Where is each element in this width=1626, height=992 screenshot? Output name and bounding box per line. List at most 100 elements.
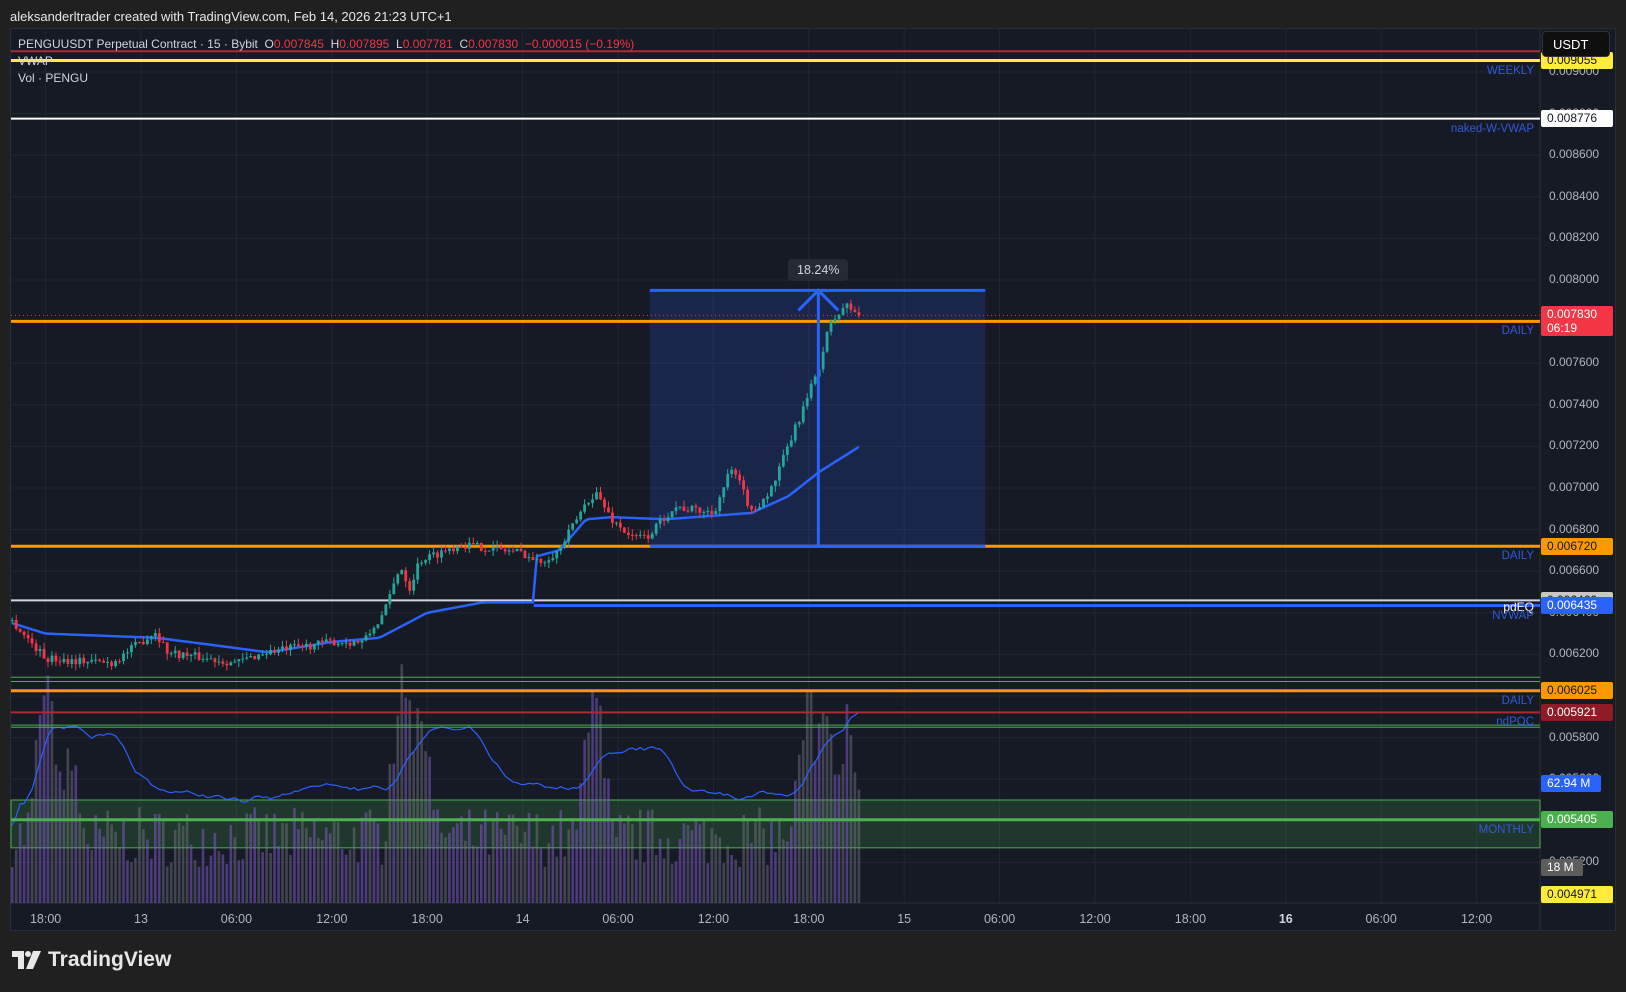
candle-body [452,548,455,552]
volume-bar [611,818,614,903]
candle-body [297,644,300,646]
low-label: L [396,37,403,51]
volume-bar [241,859,245,903]
volume-bar [78,813,82,903]
candle-body [74,659,78,665]
candle-body [483,550,487,552]
volume-bar [793,780,797,903]
candle-body [169,652,173,654]
volume-bar [690,830,694,903]
candle-body [456,546,459,552]
volume-bar [364,812,368,903]
volume-bar [201,828,205,903]
candle-body [193,652,197,655]
vwap-legend[interactable]: VWAP [18,54,53,68]
volume-bar [738,866,741,903]
volume-bar [161,821,165,903]
candle-body [213,658,217,663]
volume-bar [809,690,813,903]
candle-body [54,655,58,662]
volume-bar [138,807,141,903]
volume-bar [599,705,602,903]
volume-bar [714,834,718,903]
candle-body [86,661,90,664]
candle-body [789,440,793,447]
volume-bar [34,739,38,903]
candle-body [853,309,857,313]
volume-bar [233,837,237,903]
volume-bar [348,849,352,903]
volume-bar [650,809,654,903]
candle-body [686,510,690,512]
volume-bar [571,818,574,903]
candle-body [825,331,829,352]
candle-body [595,492,598,500]
volume-legend[interactable]: Vol · PENGU [18,71,88,85]
volume-bar [515,825,519,903]
currency-selector[interactable]: USDT [1542,31,1610,57]
candle-body [742,480,746,490]
time-tick-label: 18:00 [1174,912,1207,926]
candle-body [388,594,392,605]
volume-bar [189,844,193,903]
candle-body [400,570,404,575]
candle-body [336,643,340,646]
candle-body [730,469,734,474]
candle-body [813,376,817,384]
volume-bar [150,858,153,903]
price-tick-label: 0.007200 [1549,438,1600,453]
candle-body [229,662,233,666]
candle-body [801,406,805,423]
candle-body [559,546,563,551]
volume-bar [285,823,288,903]
volume-bar [336,821,340,903]
time-tick-label: 18:00 [411,912,443,926]
tradingview-logo-icon [12,951,41,969]
candle-body [444,550,447,552]
symbol-name[interactable]: PENGUUSDT Perpetual Contract · 15 · Bybi… [18,37,258,51]
candle-body [555,550,559,559]
volume-bar [448,832,451,903]
candle-body [189,654,193,657]
candle-body [360,640,364,643]
time-tick-label: 18:00 [793,912,825,926]
volume-bar [424,751,427,903]
candle-body [416,563,420,580]
candle-body [66,659,70,664]
volume-bar [718,837,722,903]
volume-bar [269,852,272,903]
candle-body [98,659,102,661]
volume-bar [54,764,58,903]
volume-bar [428,756,431,903]
volume-bar [408,700,412,903]
candle-body [531,557,535,560]
tradingview-logo[interactable]: TradingView [12,948,171,972]
candle-body [328,639,332,641]
volume-bar [213,833,217,903]
candle-body [491,546,495,551]
volume-bar [106,810,109,903]
candle-body [348,642,352,646]
volume-bar [535,814,539,903]
candle-body [766,496,769,499]
level-tag: DAILY [1501,550,1534,563]
time-tick-label: 14 [515,912,530,926]
volume-bar [376,823,380,903]
volume-bar [662,858,666,903]
time-tick-label: 15 [897,912,912,926]
volume-bar [487,854,491,903]
price-label: 0.006025 [1541,682,1613,700]
price-tick-label: 0.006600 [1549,563,1600,578]
candle-body [14,620,18,629]
volume-bar [181,825,185,903]
volume-bar [499,828,503,903]
price-chart[interactable] [0,0,1626,992]
volume-bar [666,838,670,903]
candle-body [94,659,98,661]
volume-bar [857,789,861,903]
candle-body [714,511,718,515]
volume-bar [805,692,809,903]
candle-body [384,604,388,616]
candle-body [340,642,344,644]
candle-body [102,660,106,663]
